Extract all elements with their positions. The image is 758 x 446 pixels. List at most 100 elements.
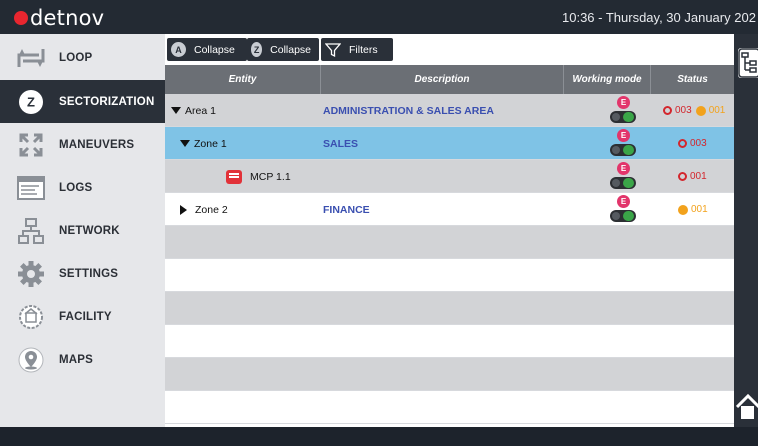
empty-row [165,292,734,325]
table-row[interactable]: Area 1 ADMINISTRATION & SALES AREA E 003… [165,94,734,127]
status-cell: 003 001 [663,94,725,127]
entity-cell: Zone 2 [180,193,228,226]
home-icon [735,393,758,419]
toggle-icon [610,177,636,189]
working-mode-indicator[interactable]: E [609,162,639,191]
empty-row [165,325,734,358]
working-mode-cell: E [564,160,651,193]
table-row[interactable]: Zone 1 SALES E 003 [165,127,734,160]
collapse-z-label: Collapse [270,43,311,56]
description-cell: SALES [323,127,358,160]
facility-icon [15,301,47,333]
loop-icon [15,42,47,74]
entity-name: Area 1 [185,104,216,117]
collapse-a-button[interactable]: A Collapse [167,38,247,61]
svg-text:Z: Z [27,94,35,109]
expand-arrow-icon[interactable] [180,140,190,147]
alarm-icon [678,139,687,148]
working-mode-cell: E [564,127,651,160]
sectorization-icon: Z [15,86,47,118]
filters-button[interactable]: Filters [321,38,393,61]
column-header-working-mode[interactable]: Working mode [564,65,651,94]
home-button[interactable] [735,381,758,427]
logo-text: detnov [30,6,105,30]
empty-row [165,358,734,391]
sidebar-item-label: MANEUVERS [59,138,135,151]
working-mode-cell: E [564,193,651,226]
warning-status: 001 [695,105,726,116]
sidebar-item-logs[interactable]: LOGS [0,166,165,209]
description-text: ADMINISTRATION & SALES AREA [323,104,494,117]
alarm-icon [663,106,672,115]
column-header-description[interactable]: Description [321,65,564,94]
empty-row [165,226,734,259]
enabled-badge: E [617,96,630,109]
alarm-status: 003 [663,105,692,116]
date-time: 10:36 - Thursday, 30 January 202 [562,10,756,25]
working-mode-indicator[interactable]: E [609,129,639,158]
map-pin-icon [15,344,47,376]
sidebar-item-label: LOOP [59,51,93,64]
status-cell: 001 [678,193,708,226]
table-row[interactable]: MCP 1.1 E 001 [165,160,734,193]
toggle-icon [610,111,636,123]
description-text: SALES [323,137,359,150]
sidebar-item-facility[interactable]: FACILITY [0,295,165,338]
description-text: FINANCE [323,203,370,216]
sidebar-item-settings[interactable]: SETTINGS [0,252,165,295]
status-cell: 003 [678,127,711,160]
empty-row [165,259,734,292]
entity-cell: Area 1 [171,94,216,127]
enabled-badge: E [617,129,630,142]
sidebar-item-label: SECTORIZATION [59,95,155,108]
status-cell: 001 [678,160,711,193]
sidebar-item-loop[interactable]: LOOP [0,36,165,79]
sidebar-item-network[interactable]: NETWORK [0,209,165,252]
network-icon [15,215,47,247]
maneuvers-icon [15,129,47,161]
expand-arrow-icon[interactable] [171,107,181,114]
detnov-logo: detnov [14,6,104,30]
table-row[interactable]: Zone 2 FINANCE E 001 [165,193,734,226]
logo-dot [14,11,28,25]
working-mode-indicator[interactable]: E [609,96,639,125]
funnel-icon [325,42,341,57]
column-header-entity[interactable]: Entity [165,65,321,94]
top-bar: detnov 10:36 - Thursday, 30 January 202 [0,0,758,34]
alarm-status: 001 [678,171,707,182]
alarm-icon [678,172,687,181]
sidebar-item-maneuvers[interactable]: MANEUVERS [0,123,165,166]
entity-table: Entity Description Working mode Status A… [165,65,734,427]
alarm-count: 003 [690,138,707,149]
bottom-bar [0,427,758,446]
tree-view-icon[interactable] [738,48,758,78]
sidebar-item-label: SETTINGS [59,267,119,280]
warning-status: 001 [678,204,708,215]
entity-name: Zone 1 [194,137,227,150]
enabled-badge: E [617,195,630,208]
sidebar-item-label: MAPS [59,353,94,366]
table-header: Entity Description Working mode Status [165,65,734,94]
entity-name: Zone 2 [195,203,228,216]
toolbar: A Collapse Z Collapse Filters [165,34,734,65]
working-mode-indicator[interactable]: E [609,195,639,224]
enabled-badge: E [617,162,630,175]
sidebar-item-maps[interactable]: MAPS [0,338,165,381]
sidebar: LOOP Z SECTORIZATION MANEUVERS LOGS NETW… [0,34,165,427]
alarm-count: 001 [690,171,707,182]
right-panel [734,34,758,427]
entity-cell: Zone 1 [180,127,227,160]
collapsed-arrow-icon[interactable] [180,204,187,215]
collapse-z-button[interactable]: Z Collapse [247,38,319,61]
sidebar-item-sectorization[interactable]: Z SECTORIZATION [0,80,165,123]
column-header-status[interactable]: Status [651,65,734,94]
warning-icon [678,204,688,215]
entity-cell: MCP 1.1 [226,160,291,193]
logs-icon [15,172,47,204]
warning-count: 001 [708,105,726,116]
collapse-z-badge: Z [251,42,263,57]
collapse-a-label: Collapse [194,43,235,56]
gear-icon [15,258,47,290]
alarm-count: 003 [675,105,692,116]
description-cell: ADMINISTRATION & SALES AREA [323,94,494,127]
